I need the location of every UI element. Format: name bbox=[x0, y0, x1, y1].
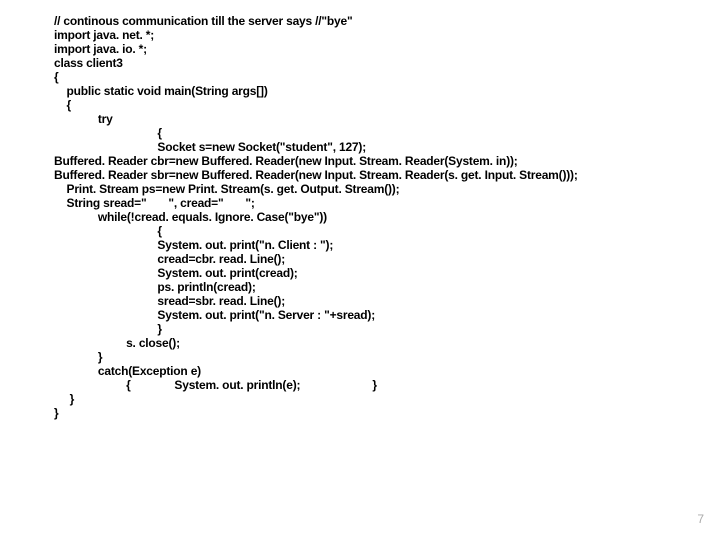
page-number: 7 bbox=[697, 512, 704, 526]
code-block: // continous communication till the serv… bbox=[54, 14, 684, 420]
